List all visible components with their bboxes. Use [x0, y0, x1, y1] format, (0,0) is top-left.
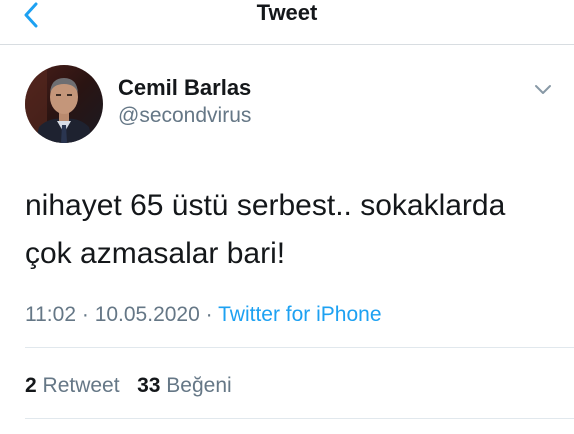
author-display-name[interactable]: Cemil Barlas	[118, 75, 251, 101]
retweets-label: Retweet	[42, 374, 120, 397]
tweet-text-line: çok azmasalar bari!	[25, 237, 286, 270]
meta-separator: ·	[81, 303, 89, 326]
retweets-stat[interactable]: 2 Retweet	[25, 374, 125, 397]
navigation-bar: Tweet	[0, 0, 574, 45]
meta-separator: ·	[205, 303, 213, 326]
chevron-down-icon	[535, 85, 551, 94]
retweets-count: 2	[25, 374, 37, 397]
tweet-text: nihayet 65 üstü serbest.. sokaklarda çok…	[25, 182, 560, 278]
divider	[25, 347, 574, 348]
likes-count: 33	[137, 374, 161, 397]
tweet-time: 11:02	[25, 303, 76, 326]
tweet-stats: 2 Retweet 33 Beğeni	[25, 373, 232, 399]
tweet-source-link[interactable]: Twitter for iPhone	[218, 303, 381, 326]
page-title: Tweet	[256, 0, 318, 25]
tweet-options-button[interactable]	[530, 80, 556, 100]
tweet-text-line: nihayet 65 üstü serbest.. sokaklarda	[25, 189, 506, 222]
avatar[interactable]	[25, 65, 103, 143]
tweet-date: 10.05.2020	[94, 303, 200, 326]
likes-label: Beğeni	[166, 374, 232, 397]
likes-stat[interactable]: 33 Beğeni	[137, 374, 232, 397]
author-handle[interactable]: @secondvirus	[118, 103, 251, 129]
divider	[25, 418, 574, 419]
tweet-meta: 11:02 · 10.05.2020 · Twitter for iPhone	[25, 302, 382, 328]
